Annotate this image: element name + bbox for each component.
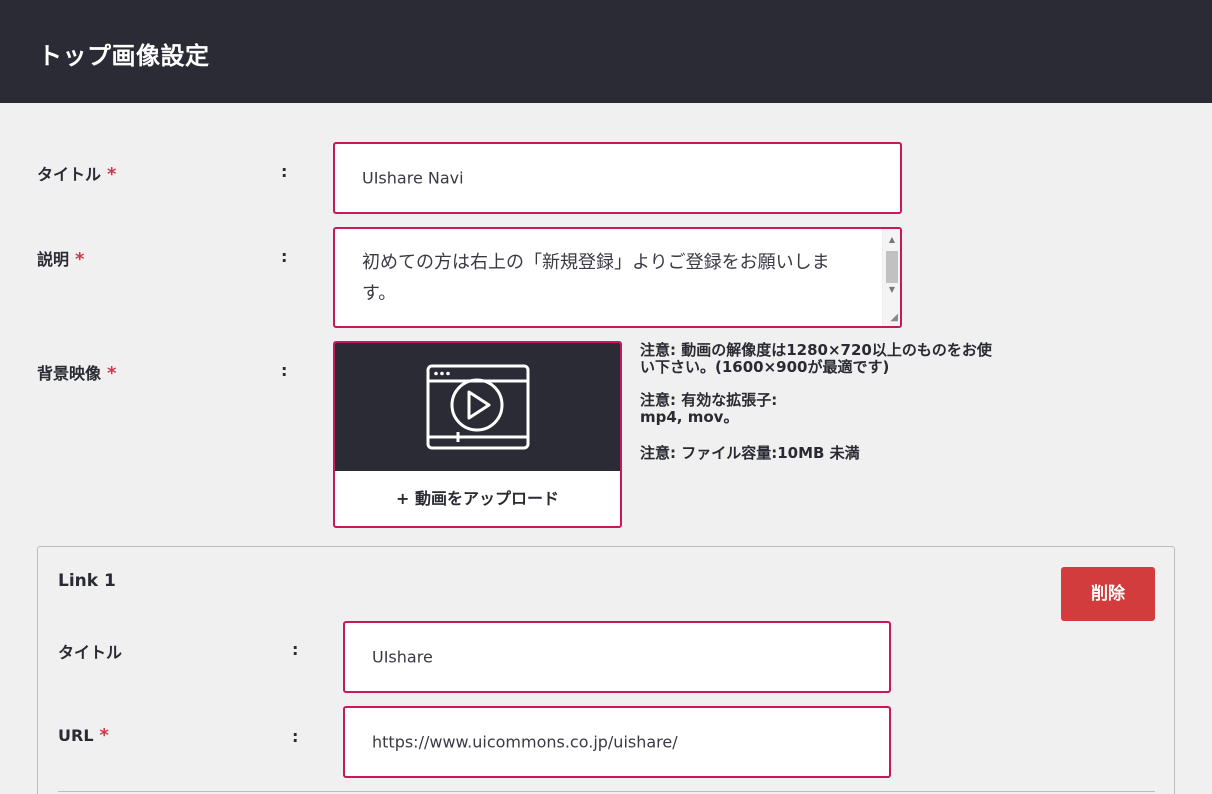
- link-url-label: URL *: [58, 725, 109, 746]
- required-mark: *: [99, 725, 109, 746]
- link-title-input[interactable]: UIshare: [343, 621, 891, 693]
- link-url-input-value: https://www.uicommons.co.jp/uishare/: [372, 732, 678, 752]
- background-video-label: 背景映像 *: [37, 360, 116, 384]
- title-input-value: UIshare Navi: [362, 168, 464, 188]
- description-textarea[interactable]: 初めての方は右上の「新規登録」よりご登録をお願いします。 ▲ ▼ ◢: [333, 227, 902, 328]
- page-header: トップ画像設定: [0, 0, 1212, 103]
- link-title-label-text: タイトル: [58, 643, 123, 662]
- page-title: トップ画像設定: [38, 42, 210, 70]
- title-label-text: タイトル: [37, 165, 102, 184]
- delete-button[interactable]: 削除: [1061, 567, 1155, 621]
- video-upload-box[interactable]: + 動画をアップロード: [333, 341, 622, 528]
- required-mark: *: [107, 363, 117, 384]
- note-extensions: 注意: 有効な拡張子: mp4, mov。: [640, 391, 778, 426]
- video-player-icon: [426, 364, 530, 450]
- background-video-colon: :: [281, 361, 288, 380]
- link-heading: Link 1: [58, 571, 116, 591]
- title-colon: :: [281, 162, 288, 181]
- divider: [58, 791, 1155, 792]
- background-video-label-text: 背景映像: [37, 364, 102, 383]
- note-resolution: 注意: 動画の解像度は1280×720以上のものをお使い下さい。(1600×90…: [640, 341, 992, 376]
- link-url-input[interactable]: https://www.uicommons.co.jp/uishare/: [343, 706, 891, 778]
- title-input[interactable]: UIshare Navi: [333, 142, 902, 214]
- scroll-up-arrow-icon[interactable]: ▲: [883, 233, 901, 247]
- video-preview-area: [335, 343, 620, 471]
- link-url-label-text: URL: [58, 726, 94, 745]
- required-mark: *: [75, 249, 85, 270]
- required-mark: *: [107, 164, 117, 185]
- scrollbar-thumb[interactable]: [886, 251, 898, 283]
- link-title-colon: :: [292, 640, 299, 659]
- description-label-text: 説明: [37, 250, 70, 269]
- description-label: 説明 *: [37, 246, 84, 270]
- link-title-label: タイトル: [58, 639, 122, 663]
- note-file-size: 注意: ファイル容量:10MB 未満: [640, 444, 860, 462]
- description-textarea-value: 初めての方は右上の「新規登録」よりご登録をお願いします。: [362, 252, 830, 304]
- link-url-colon: :: [292, 727, 299, 746]
- upload-video-button[interactable]: + 動画をアップロード: [335, 471, 620, 526]
- scroll-down-arrow-icon[interactable]: ▼: [883, 283, 901, 297]
- resize-grip-icon[interactable]: ◢: [886, 312, 898, 324]
- description-colon: :: [281, 247, 288, 266]
- link-title-input-value: UIshare: [372, 647, 433, 667]
- title-label: タイトル *: [37, 161, 116, 185]
